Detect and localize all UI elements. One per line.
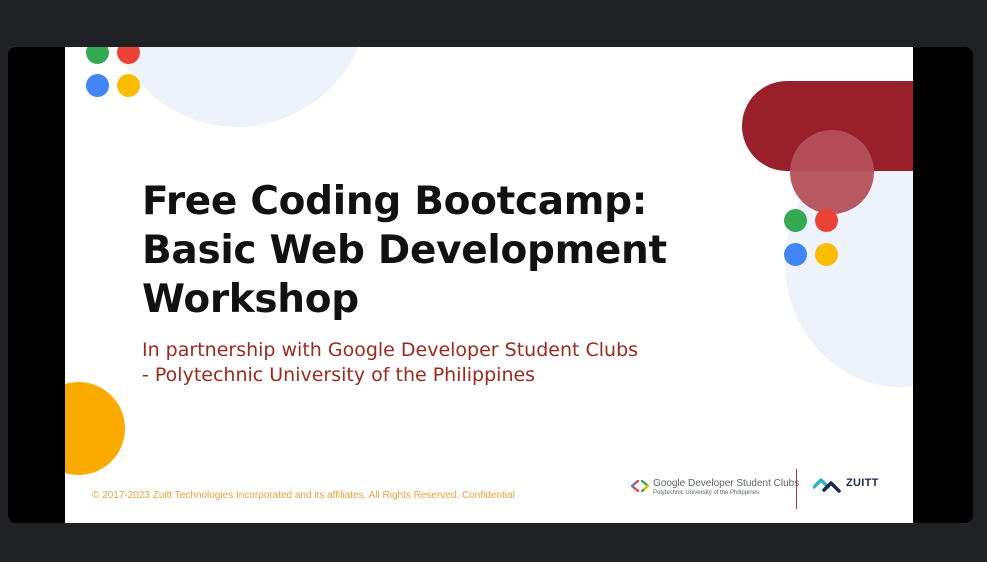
decorative-orange-circle xyxy=(65,382,125,475)
copyright-notice: © 2017-2023 Zuitt Technologies Incorpora… xyxy=(92,490,515,501)
green-dot xyxy=(86,47,109,64)
yellow-dot xyxy=(815,243,838,266)
zuitt-logo: ZUITT ​ xyxy=(813,476,879,496)
zuitt-logo-tagline: ​ xyxy=(846,490,879,495)
slide-subtitle: In partnership with Google Developer Stu… xyxy=(142,338,638,388)
gdsc-logo-subtitle: Polytechnic University of the Philippine… xyxy=(653,490,760,496)
gdsc-logo-name: Google Developer Student Clubs xyxy=(653,478,800,489)
decorative-blob-top-left xyxy=(105,47,370,127)
zuitt-icon xyxy=(813,478,841,493)
presentation-video-tile[interactable]: Free Coding Bootcamp: Basic Web Developm… xyxy=(8,47,973,523)
blue-dot xyxy=(784,243,807,266)
presentation-slide: Free Coding Bootcamp: Basic Web Developm… xyxy=(65,47,913,523)
slide-title-line: Free Coding Bootcamp: xyxy=(142,179,648,224)
blue-dot xyxy=(86,74,109,97)
yellow-dot xyxy=(117,74,140,97)
decorative-pill-circle xyxy=(790,130,874,214)
code-brackets-icon xyxy=(631,480,649,492)
zuitt-logo-name: ZUITT xyxy=(846,477,879,489)
red-dot xyxy=(815,209,838,232)
slide-title: Free Coding Bootcamp: Basic Web Developm… xyxy=(142,177,667,324)
slide-title-line: Workshop xyxy=(142,277,359,322)
slide-title-line: Basic Web Development xyxy=(142,228,667,273)
green-dot xyxy=(784,209,807,232)
slide-subtitle-line: In partnership with Google Developer Stu… xyxy=(142,339,639,361)
logo-divider xyxy=(796,469,797,509)
slide-subtitle-line: - Polytechnic University of the Philippi… xyxy=(142,364,536,386)
gdsc-logo: Google Developer Student Clubs Polytechn… xyxy=(631,478,799,496)
